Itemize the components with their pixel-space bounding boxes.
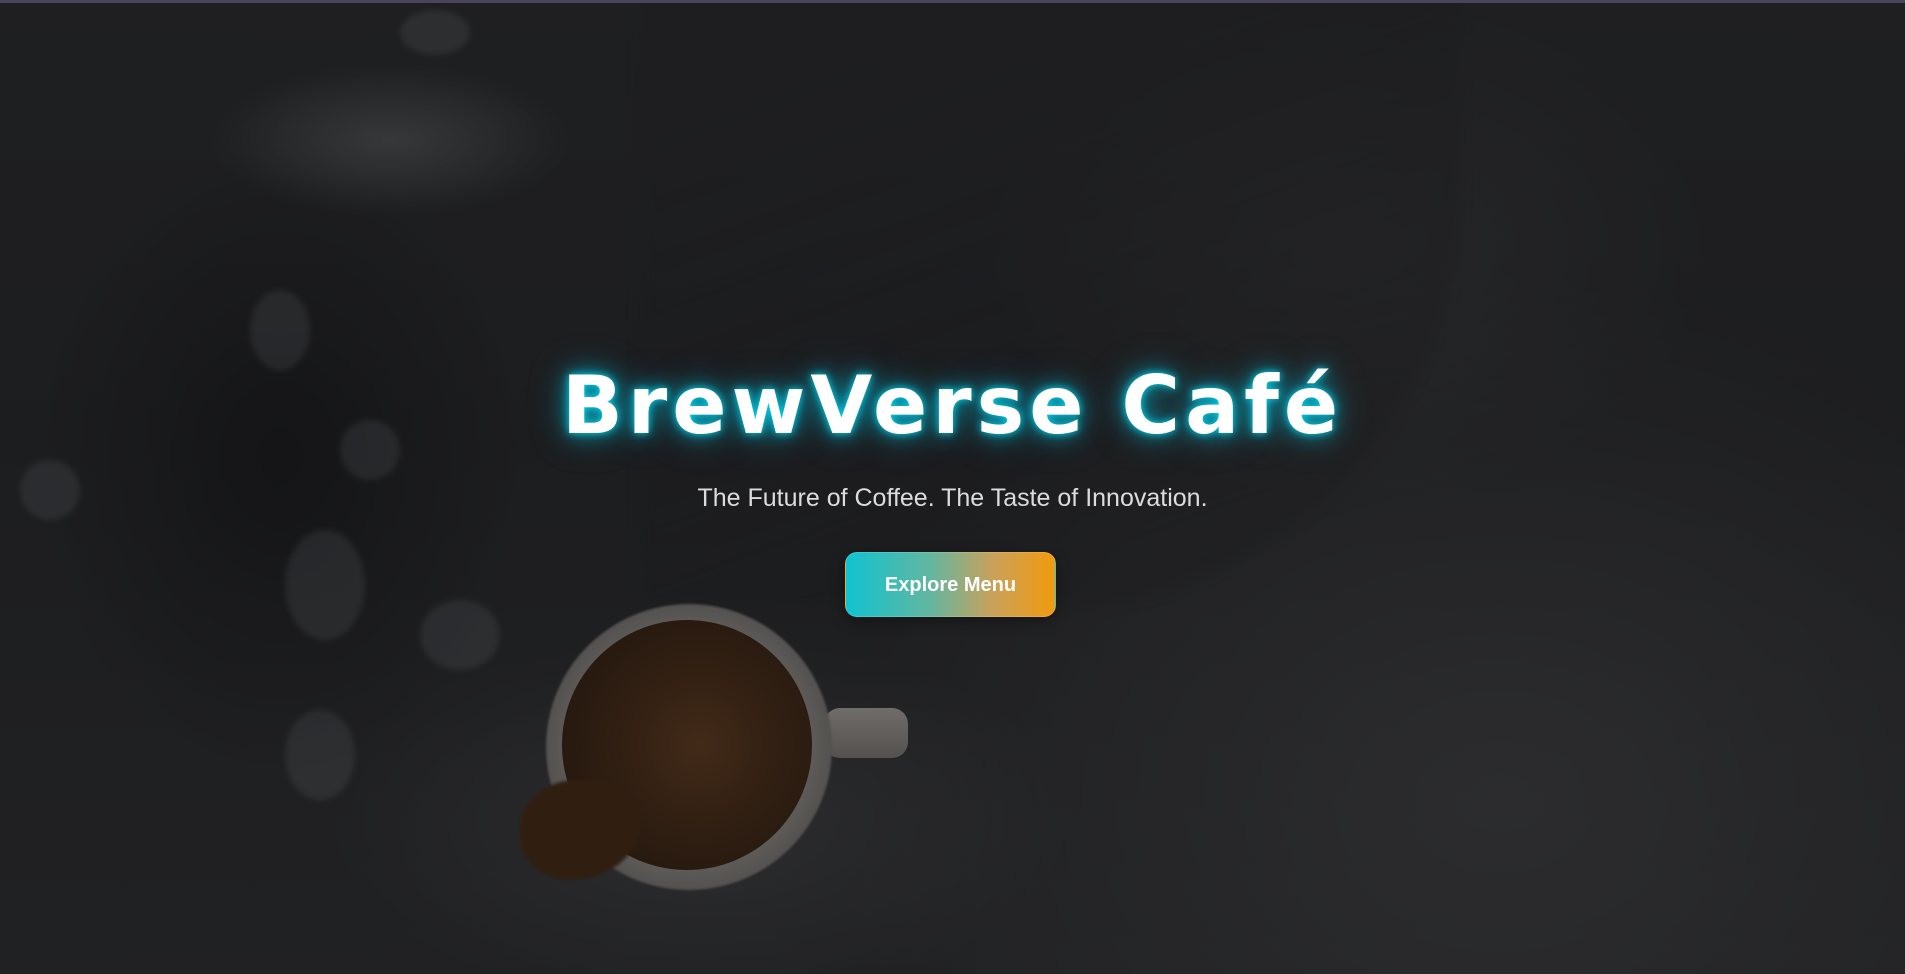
hero-title: BrewVerse Café <box>561 359 1344 452</box>
landing-page: BrewVerse Café The Future of Coffee. The… <box>0 0 1905 974</box>
hero-section: BrewVerse Café The Future of Coffee. The… <box>0 0 1905 974</box>
window-top-border <box>0 0 1905 3</box>
hero-subtitle: The Future of Coffee. The Taste of Innov… <box>697 484 1208 512</box>
explore-menu-button[interactable]: Explore Menu <box>845 552 1056 617</box>
